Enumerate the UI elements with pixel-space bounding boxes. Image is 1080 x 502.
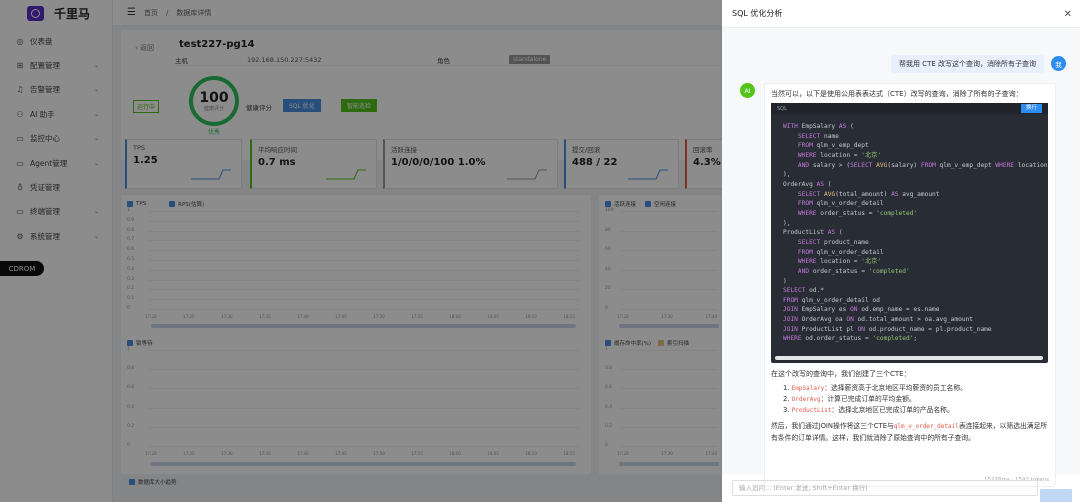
code-language: SQL	[777, 105, 787, 112]
modal-mask[interactable]	[0, 0, 722, 502]
user-message: 帮我用 CTE 改写这个查询，消除所有子查询	[890, 55, 1044, 73]
sql-code[interactable]: WITH EmpSalary AS ( SELECT name FROM qlm…	[771, 120, 1048, 352]
cte-name: ProductList	[791, 407, 832, 414]
sql-optimize-drawer: SQL 优化分析 ✕ 帮我用 CTE 改写这个查询，消除所有子查询 我 AI 当…	[722, 0, 1080, 502]
ai-message: 当然可以，以下是使用公用表表达式（CTE）改写的查询，消除了所有的子查询： SQ…	[764, 83, 1056, 487]
ai-summary-text: 然后，我们通过JOIN操作将这三个CTE与qlm_v_order_detail表…	[771, 422, 1048, 442]
chat-area: 帮我用 CTE 改写这个查询，消除所有子查询 我 AI 当然可以，以下是使用公用…	[722, 28, 1080, 487]
close-icon[interactable]: ✕	[1064, 9, 1072, 20]
ai-explain-text: 在这个改写的查询中，我们创建了三个CTE：	[771, 370, 911, 378]
code-block-header: SQL 换行	[771, 103, 1048, 114]
followup-input[interactable]: 输入追问... (Enter 发送, Shift+Enter 换行)	[732, 480, 1038, 496]
cte-desc: ：选择北京地区已完成订单的产品名称。	[831, 406, 954, 414]
cte-desc: ：选择薪资高于北京地区平均薪资的员工名称。	[824, 384, 967, 392]
ai-intro-text: 当然可以，以下是使用公用表表达式（CTE）改写的查询，消除了所有的子查询：	[771, 90, 1023, 98]
ai-avatar: AI	[740, 83, 755, 98]
cte-name: EmpSalary	[791, 385, 825, 392]
cte-desc: ：计算已完成订单的平均金额。	[820, 395, 916, 403]
cte-list-item: 1. EmpSalary：选择薪资高于北京地区平均薪资的员工名称。	[783, 383, 1049, 394]
list-number: 3.	[783, 406, 790, 414]
wrap-toggle-button[interactable]: 换行	[1020, 104, 1042, 113]
drawer-title: SQL 优化分析	[732, 9, 783, 18]
user-avatar: 我	[1051, 56, 1066, 71]
code-block: SQL 换行 WITH EmpSalary AS ( SELECT name F…	[771, 103, 1048, 363]
drawer-header: SQL 优化分析	[722, 0, 1080, 28]
cte-list-item: 2. OrderAvg：计算已完成订单的平均金额。	[783, 394, 1049, 405]
list-number: 2.	[783, 395, 790, 403]
cte-name: OrderAvg	[791, 396, 821, 403]
cte-list-item: 3. ProductList：选择北京地区已完成订单的产品名称。	[783, 405, 1049, 416]
list-number: 1.	[783, 384, 790, 392]
inline-code: qlm_v_order_detail	[893, 423, 959, 430]
code-horizontal-scrollbar[interactable]	[775, 356, 1043, 360]
cte-list: 1. EmpSalary：选择薪资高于北京地区平均薪资的员工名称。 2. Orde…	[771, 383, 1049, 416]
send-button[interactable]	[1040, 489, 1072, 502]
